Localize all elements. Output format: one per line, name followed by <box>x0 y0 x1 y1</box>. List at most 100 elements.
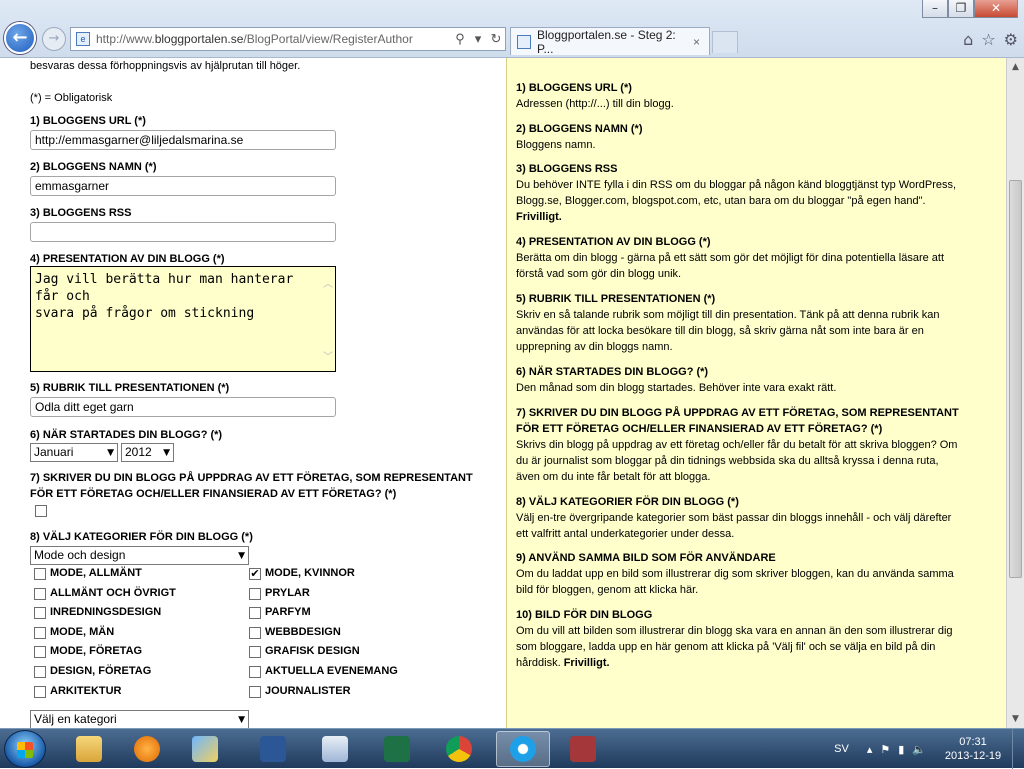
windows-taskbar: SV ▴ ⚑ ▮ 🔈 07:31 2013-12-19 <box>0 728 1024 769</box>
paint-icon[interactable] <box>178 731 232 767</box>
clock-time: 07:31 <box>959 736 987 748</box>
tab-title: Bloggportalen.se - Steg 2: P... <box>537 27 676 56</box>
blog-url-input[interactable]: http://emmasgarner@liljedalsmarina.se <box>30 130 336 150</box>
help-body-text: Skrivs din blogg på uppdrag av ett föret… <box>516 439 958 483</box>
start-button[interactable] <box>4 730 46 768</box>
minimize-button[interactable]: – <box>922 0 948 18</box>
subcategory-checkbox[interactable] <box>249 607 261 620</box>
refresh-icon[interactable]: ↻ <box>487 31 505 47</box>
url-label: 1) BLOGGENS URL (*) <box>30 115 146 127</box>
forward-button[interactable]: → <box>42 27 66 51</box>
year-select[interactable]: 2012 ▼ <box>121 443 174 462</box>
scroll-down-icon[interactable]: ﹀ <box>323 348 333 363</box>
subcategory-checkbox[interactable] <box>34 685 46 698</box>
help-body: Berätta om din blogg - gärna på ett sätt… <box>516 250 961 282</box>
subcategory-checkbox[interactable] <box>34 568 46 580</box>
scroll-up-icon[interactable]: ▲ <box>1007 58 1024 76</box>
presentation-title-input[interactable]: Odla ditt eget garn <box>30 397 336 417</box>
subcategory-label: PRYLAR <box>265 586 310 599</box>
address-bar[interactable]: e http://www.bloggportalen.se/BlogPortal… <box>70 27 506 51</box>
close-window-button[interactable]: ✕ <box>974 0 1018 18</box>
subcategory-checkbox[interactable] <box>34 607 46 620</box>
network-icon[interactable]: ▮ <box>898 743 904 756</box>
blog-name-input[interactable]: emmasgarner <box>30 176 336 196</box>
volume-icon[interactable]: 🔈 <box>912 743 926 756</box>
back-button[interactable]: ← <box>4 22 36 54</box>
show-desktop-button[interactable] <box>1012 729 1024 769</box>
subcategory-label: DESIGN, FÖRETAG <box>50 665 152 677</box>
scroll-up-icon[interactable]: ︿ <box>323 275 333 290</box>
subcategory-label: PARFYM <box>265 606 311 619</box>
help-body: Om du laddat upp en bild som illustrerar… <box>516 566 961 598</box>
address-url[interactable]: http://www.bloggportalen.se/BlogPortal/v… <box>96 32 451 46</box>
subcategory-label: MODE, MÄN <box>50 625 115 638</box>
presentation-textarea[interactable]: Jag vill berätta hur man hanterar får oc… <box>30 266 336 372</box>
month-select[interactable]: Januari ▼ <box>30 443 118 462</box>
help-heading: 3) BLOGGENS RSS <box>516 163 618 175</box>
subcategory-label: ALLMÄNT OCH ÖVRIGT <box>50 586 176 599</box>
name-label: 2) BLOGGENS NAMN (*) <box>30 161 157 173</box>
help-optional-note: Frivilligt. <box>563 657 610 669</box>
subcategory-checkbox[interactable] <box>34 666 46 678</box>
subcategory-checkbox[interactable] <box>249 646 261 659</box>
tab-close-icon[interactable]: × <box>693 35 709 49</box>
dropdown-icon[interactable]: ▾ <box>469 31 487 47</box>
chrome-icon[interactable] <box>432 731 486 767</box>
help-body: Du behöver INTE fylla i din RSS om du bl… <box>516 177 961 225</box>
help-body: Den månad som din blogg startades. Behöv… <box>516 380 961 396</box>
flag-icon[interactable]: ⚑ <box>880 743 890 756</box>
site-favicon-icon: e <box>76 32 90 46</box>
media-player-icon[interactable] <box>120 731 174 767</box>
search-icon[interactable]: ⚲ <box>451 31 469 47</box>
subcategory-checkbox[interactable]: ✔ <box>249 568 261 580</box>
access-icon[interactable] <box>556 731 610 767</box>
help-entry: 9) ANVÄND SAMMA BILD SOM FÖR ANVÄNDARE Om… <box>516 550 961 598</box>
main-category-select[interactable]: Mode och design ▼ <box>30 546 249 565</box>
settings-gear-icon[interactable]: ⚙ <box>1004 30 1018 49</box>
subcategory-label: JOURNALISTER <box>265 684 351 697</box>
publisher-icon[interactable] <box>308 731 362 767</box>
help-entry: 3) BLOGGENS RSS Du behöver INTE fylla i d… <box>516 161 961 225</box>
help-body: Välj en-tre övergripande kategorier som … <box>516 510 961 542</box>
subcategory-checkbox[interactable] <box>249 587 261 600</box>
file-explorer-icon[interactable] <box>62 731 116 767</box>
new-tab-button[interactable] <box>712 31 738 53</box>
restore-button[interactable]: ❐ <box>948 0 974 18</box>
help-body-text: Välj en-tre övergripande kategorier som … <box>516 512 952 540</box>
favorites-star-icon[interactable]: ☆ <box>981 30 995 49</box>
started-label: 6) NÄR STARTADES DIN BLOGG? (*) <box>30 429 223 441</box>
subcategory-checkbox[interactable] <box>34 587 46 600</box>
subcategory-checkbox[interactable] <box>34 646 46 659</box>
help-body-text: Bloggens namn. <box>516 139 596 151</box>
presentation-text: Jag vill berätta hur man hanterar får oc… <box>35 272 294 321</box>
internet-explorer-icon[interactable] <box>496 731 550 767</box>
tray-arrow-icon[interactable]: ▴ <box>867 743 873 756</box>
help-body-text: Du behöver INTE fylla i din RSS om du bl… <box>516 179 957 207</box>
choose-category-select[interactable]: Välj en kategori ▼ <box>30 710 249 728</box>
browser-tab[interactable]: Bloggportalen.se - Steg 2: P... × <box>510 27 710 56</box>
system-tray: SV ▴ ⚑ ▮ 🔈 07:31 2013-12-19 <box>834 729 1024 769</box>
subcategory-label: ARKITEKTUR <box>50 684 122 697</box>
subcategory-checkbox[interactable] <box>249 666 261 678</box>
excel-icon[interactable] <box>370 731 424 767</box>
scroll-down-icon[interactable]: ▼ <box>1007 710 1024 728</box>
clock[interactable]: 07:31 2013-12-19 <box>934 735 1012 763</box>
categories-label: 8) VÄLJ KATEGORIER FÖR DIN BLOGG (*) <box>30 531 253 543</box>
subcategory-label: INREDNINGSDESIGN <box>50 606 162 619</box>
subcategory-checkbox[interactable] <box>249 685 261 698</box>
company-label-line-1: 7) SKRIVER DU DIN BLOGG PÅ UPPDRAG AV ET… <box>30 472 473 484</box>
help-heading: 6) NÄR STARTADES DIN BLOGG? (*) <box>516 366 709 378</box>
page-scrollbar[interactable]: ▲ ▼ <box>1006 58 1024 728</box>
company-checkbox[interactable] <box>35 505 47 517</box>
language-indicator[interactable]: SV <box>834 743 849 755</box>
subcategory-checkbox[interactable] <box>249 626 261 639</box>
help-entry: 4) PRESENTATION AV DIN BLOGG (*) Berätta … <box>516 234 961 282</box>
help-body-text: Den månad som din blogg startades. Behöv… <box>516 382 837 394</box>
subcategory-checkbox[interactable] <box>34 626 46 639</box>
help-entry: 7) SKRIVER DU DIN BLOGG PÅ UPPDRAG AV ET… <box>516 405 961 485</box>
home-icon[interactable]: ⌂ <box>963 30 973 49</box>
word-icon[interactable] <box>246 731 300 767</box>
scroll-thumb[interactable] <box>1009 180 1022 578</box>
blog-rss-input[interactable] <box>30 222 336 242</box>
help-body: Om du vill att bilden som illustrerar di… <box>516 623 961 671</box>
